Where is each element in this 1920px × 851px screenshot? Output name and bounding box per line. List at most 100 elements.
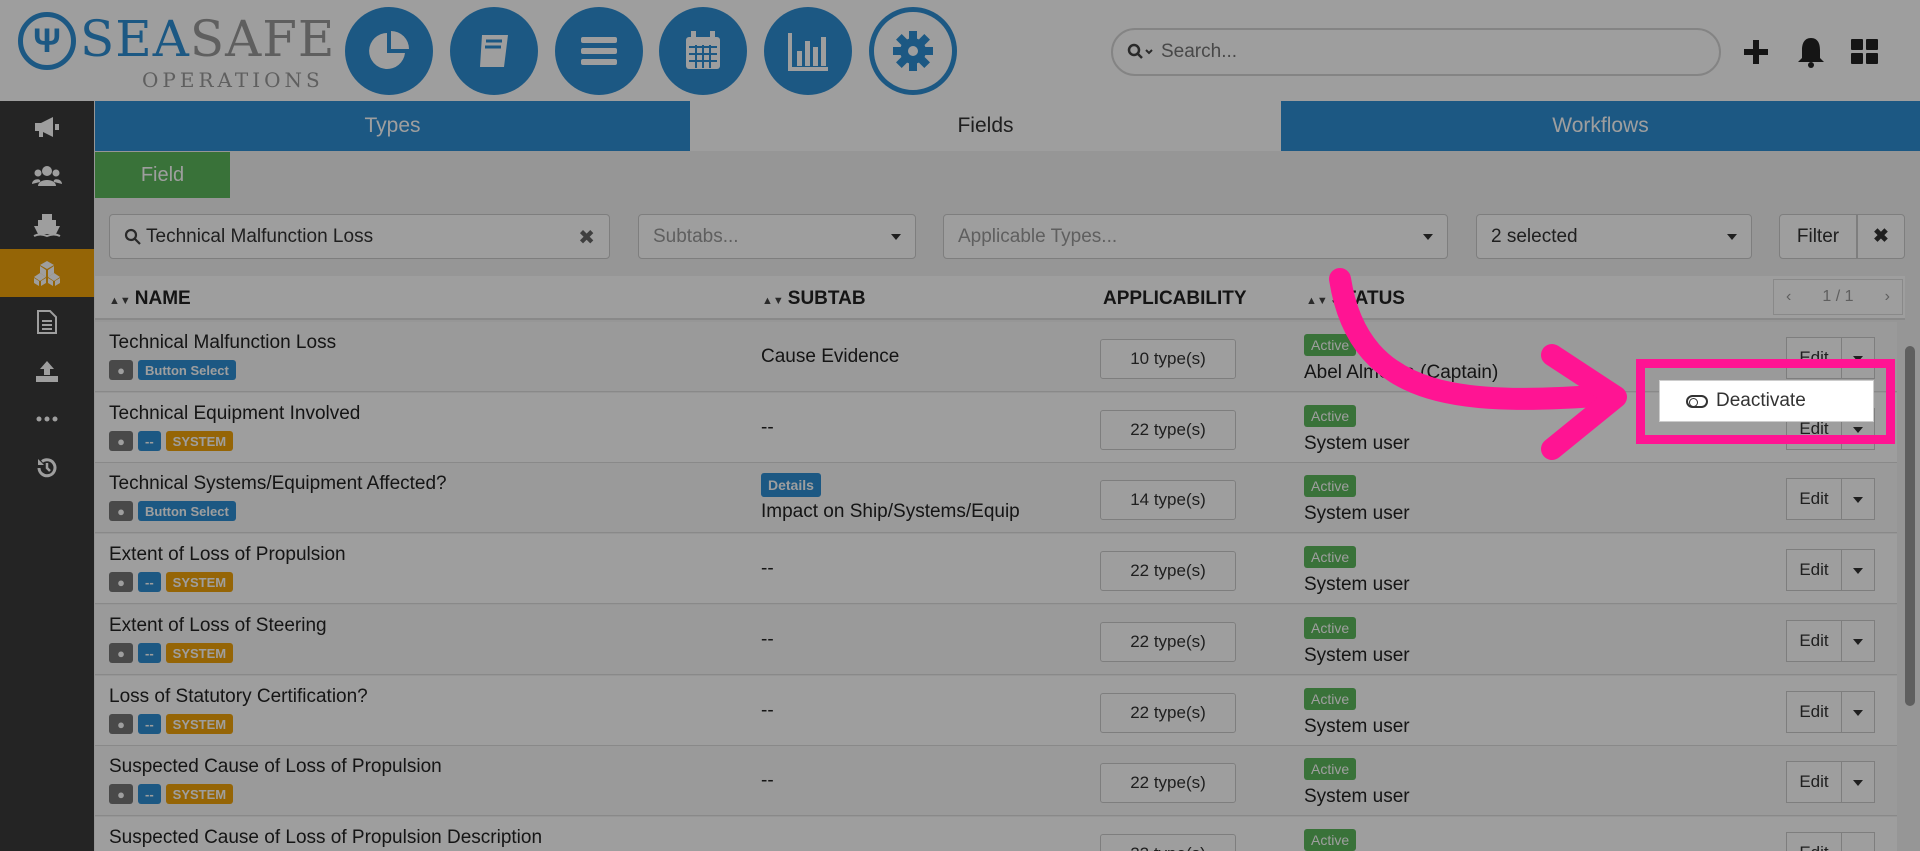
seasafe-logo[interactable]: Ψ SEASAFE OPERATIONS — [18, 12, 334, 92]
column-subtab-header[interactable]: ▲▼ SUBTAB — [762, 288, 866, 310]
apps-button[interactable] — [1845, 32, 1885, 72]
global-search[interactable] — [1111, 28, 1721, 76]
sidebar-item-users[interactable] — [0, 152, 94, 200]
field-tags: ● -- SYSTEM — [109, 643, 234, 663]
system-badge: SYSTEM — [165, 431, 234, 451]
table-row[interactable]: Loss of Statutory Certification? ● -- SYSTE… — [95, 676, 1897, 746]
cubes-icon — [34, 261, 60, 286]
row-actions-toggle[interactable] — [1842, 691, 1875, 733]
status-select-value: 2 selected — [1491, 225, 1578, 247]
row-actions-toggle[interactable] — [1842, 832, 1875, 851]
sidebar-item-announcements[interactable] — [0, 103, 94, 151]
user-icon: ● — [109, 714, 133, 734]
table-row[interactable]: Extent of Loss of Steering ● -- SYSTEM -- 22 … — [95, 605, 1897, 675]
edit-button[interactable]: Edit — [1786, 832, 1842, 851]
table-row[interactable]: Extent of Loss of Propulsion ● -- SYSTEM -- 2… — [95, 534, 1897, 604]
row-actions-toggle[interactable] — [1842, 761, 1875, 803]
nav-reports-button[interactable] — [764, 7, 852, 95]
applicability-button[interactable]: 22 type(s) — [1100, 693, 1236, 733]
applicability-button[interactable]: 22 type(s) — [1100, 410, 1236, 450]
clear-filters-button[interactable]: ✖ — [1857, 214, 1905, 259]
prev-page-icon[interactable]: ‹ — [1786, 288, 1791, 306]
edit-button[interactable]: Edit — [1786, 620, 1842, 662]
edit-button[interactable]: Edit — [1786, 478, 1842, 520]
add-button[interactable] — [1736, 32, 1776, 72]
field-type-badge: -- — [138, 572, 161, 592]
row-actions-toggle[interactable] — [1842, 620, 1875, 662]
close-icon: ✖ — [1873, 226, 1889, 247]
applicability-button[interactable]: 14 type(s) — [1100, 480, 1236, 520]
edit-button[interactable]: Edit — [1786, 549, 1842, 591]
gear-icon — [893, 31, 933, 71]
subtabs-select[interactable]: Subtabs... — [638, 214, 916, 259]
nav-dashboard-button[interactable] — [345, 7, 433, 95]
bell-icon — [1798, 38, 1824, 68]
status-user: System user — [1304, 574, 1410, 595]
sidebar-item-upload[interactable] — [0, 347, 94, 395]
applicability-button[interactable]: 22 type(s) — [1100, 834, 1236, 851]
nav-settings-button[interactable] — [869, 7, 957, 95]
user-icon: ● — [109, 431, 133, 451]
history-icon — [37, 458, 57, 478]
table-row[interactable]: Suspected Cause of Loss of Propulsion ● --… — [95, 746, 1897, 816]
chevron-down-icon — [1727, 234, 1737, 240]
clear-search-icon[interactable]: ✖ — [578, 225, 595, 250]
bar-chart-icon — [788, 33, 828, 71]
table-row[interactable]: Suspected Cause of Loss of Propulsion De… — [95, 817, 1897, 851]
subtab-value: -- — [761, 700, 774, 721]
table-row[interactable]: Technical Systems/Equipment Affected? ● Bu… — [95, 463, 1897, 533]
row-actions-toggle[interactable] — [1842, 478, 1875, 520]
users-icon — [32, 166, 62, 186]
status-badge: Active — [1304, 688, 1357, 710]
applicability-button[interactable]: 22 type(s) — [1100, 622, 1236, 662]
applicability-button[interactable]: 10 type(s) — [1100, 339, 1236, 379]
next-page-icon[interactable]: › — [1885, 288, 1890, 306]
column-name-header[interactable]: ▲▼ NAME — [109, 288, 191, 310]
applicable-types-select[interactable]: Applicable Types... — [943, 214, 1448, 259]
sidebar-item-vessels[interactable] — [0, 201, 94, 249]
table-scrollbar[interactable] — [1902, 326, 1918, 851]
field-type-badge: Button Select — [138, 360, 236, 380]
nav-documents-button[interactable] — [450, 7, 538, 95]
applicability-button[interactable]: 22 type(s) — [1100, 763, 1236, 803]
subtab-value: -- — [761, 629, 774, 650]
filter-button[interactable]: Filter — [1779, 214, 1857, 259]
document-icon — [37, 310, 57, 334]
sidebar-item-more[interactable] — [0, 395, 94, 443]
global-search-input[interactable] — [1161, 41, 1681, 63]
details-badge: Details — [761, 473, 821, 497]
tab-workflows[interactable]: Workflows — [1281, 101, 1920, 151]
sidebar-item-documents[interactable] — [0, 298, 94, 346]
subtab-value: Impact on Ship/Systems/Equip — [761, 501, 1020, 522]
field-button[interactable]: Field — [95, 152, 230, 198]
status-select[interactable]: 2 selected — [1476, 214, 1752, 259]
field-name: Extent of Loss of Steering — [109, 615, 327, 636]
plus-icon — [1744, 40, 1768, 64]
search-icon — [124, 228, 141, 245]
field-name: Technical Equipment Involved — [109, 403, 361, 424]
deactivate-menu-item[interactable]: Deactivate — [1716, 390, 1806, 412]
app-header: Ψ SEASAFE OPERATIONS — [0, 0, 1920, 101]
edit-button[interactable]: Edit — [1786, 691, 1842, 733]
nav-calendar-button[interactable] — [659, 7, 747, 95]
applicability-button[interactable]: 22 type(s) — [1100, 551, 1236, 591]
field-name: Loss of Statutory Certification? — [109, 686, 368, 707]
megaphone-icon — [35, 117, 59, 137]
system-badge: SYSTEM — [165, 784, 234, 804]
edit-button[interactable]: Edit — [1786, 761, 1842, 803]
subtabs-placeholder: Subtabs... — [653, 225, 739, 247]
field-type-badge: -- — [138, 431, 161, 451]
field-search-input[interactable]: Technical Malfunction Loss ✖ — [109, 214, 610, 259]
tab-fields[interactable]: Fields — [690, 101, 1281, 151]
nav-menu-button[interactable] — [555, 7, 643, 95]
notifications-button[interactable] — [1791, 32, 1831, 72]
subtab-value: -- — [761, 770, 774, 791]
status-badge: Active — [1304, 617, 1357, 639]
row-actions-toggle[interactable] — [1842, 549, 1875, 591]
sidebar-item-history[interactable] — [0, 444, 94, 492]
sidebar-item-modules[interactable] — [0, 249, 94, 297]
toggle-off-icon — [1686, 394, 1708, 408]
field-tags: ● Button Select — [109, 501, 236, 521]
tab-types[interactable]: Types — [95, 101, 690, 151]
scrollbar-thumb[interactable] — [1905, 346, 1915, 706]
